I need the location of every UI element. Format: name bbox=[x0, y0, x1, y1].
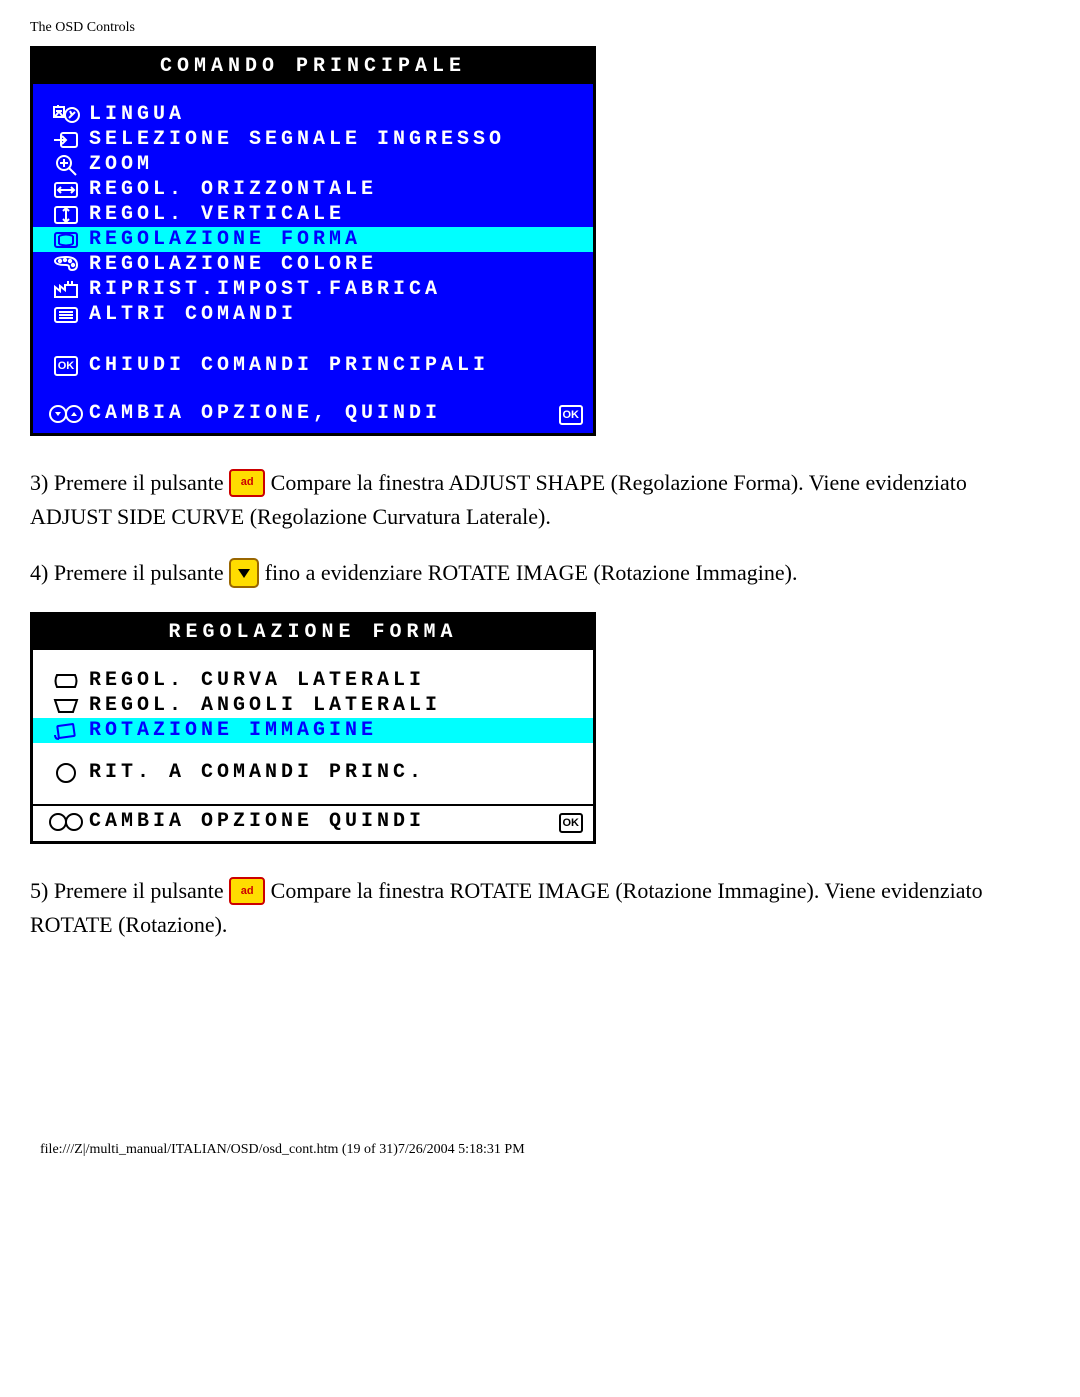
menu-item-label: ZOOM bbox=[89, 153, 583, 176]
extra-controls-icon bbox=[43, 304, 89, 326]
rotate-image-icon bbox=[43, 720, 89, 742]
step5-pre: 5) Premere il pulsante bbox=[30, 878, 229, 903]
ok-button-icon: ad bbox=[229, 877, 265, 905]
menu-item-side-angle[interactable]: REGOL. ANGOLI LATERALI bbox=[33, 693, 593, 718]
osd-main-title: COMANDO PRINCIPALE bbox=[33, 49, 593, 84]
osd-footer-label: CAMBIA OPZIONE QUINDI bbox=[89, 810, 541, 833]
osd-main-footer: CAMBIA OPZIONE, QUINDI OK bbox=[33, 398, 593, 433]
menu-item-extra[interactable]: ALTRI COMANDI bbox=[33, 302, 593, 327]
menu-item-rotate[interactable]: ROTAZIONE IMMAGINE bbox=[33, 718, 593, 743]
osd-main-menu: COMANDO PRINCIPALE LINGUA bbox=[30, 46, 596, 436]
osd-shape-title: REGOLAZIONE FORMA bbox=[33, 615, 593, 650]
menu-item-label: REGOL. CURVA LATERALI bbox=[89, 669, 583, 692]
ok-icon: OK bbox=[559, 810, 584, 833]
menu-close[interactable]: OK CHIUDI COMANDI PRINCIPALI bbox=[33, 353, 593, 378]
ok-button-icon: ad bbox=[229, 469, 265, 497]
menu-back[interactable]: RIT. A COMANDI PRINC. bbox=[33, 743, 593, 798]
menu-item-factory[interactable]: RIPRIST.IMPOST.FABRICA bbox=[33, 277, 593, 302]
instruction-step-4: 4) Premere il pulsante fino a evidenziar… bbox=[30, 556, 1050, 590]
back-down-icon bbox=[43, 762, 89, 784]
up-down-icon bbox=[43, 811, 89, 833]
menu-back-label: RIT. A COMANDI PRINC. bbox=[89, 761, 583, 784]
menu-item-label: REGOL. ORIZZONTALE bbox=[89, 178, 583, 201]
menu-item-zoom[interactable]: ZOOM bbox=[33, 152, 593, 177]
vertical-adjust-icon bbox=[43, 204, 89, 226]
menu-item-vertical[interactable]: REGOL. VERTICALE bbox=[33, 202, 593, 227]
step4-post: fino a evidenziare ROTATE IMAGE (Rotazio… bbox=[265, 560, 798, 585]
menu-item-label: ROTAZIONE IMMAGINE bbox=[89, 719, 583, 742]
menu-item-input[interactable]: SELEZIONE SEGNALE INGRESSO bbox=[33, 127, 593, 152]
factory-reset-icon bbox=[43, 279, 89, 301]
language-icon bbox=[43, 104, 89, 126]
menu-item-label: REGOL. VERTICALE bbox=[89, 203, 583, 226]
side-angle-icon bbox=[43, 695, 89, 717]
shape-adjust-icon bbox=[43, 229, 89, 251]
page-header: The OSD Controls bbox=[30, 20, 1050, 36]
side-curve-icon bbox=[43, 670, 89, 692]
ok-icon: OK bbox=[43, 356, 89, 376]
step3-pre: 3) Premere il pulsante bbox=[30, 470, 229, 495]
menu-item-horizontal[interactable]: REGOL. ORIZZONTALE bbox=[33, 177, 593, 202]
down-button-icon bbox=[229, 558, 259, 588]
menu-item-label: LINGUA bbox=[89, 103, 583, 126]
horizontal-adjust-icon bbox=[43, 179, 89, 201]
up-down-icon bbox=[43, 403, 89, 425]
menu-item-lingua[interactable]: LINGUA bbox=[33, 102, 593, 127]
osd-footer-label: CAMBIA OPZIONE, QUINDI bbox=[89, 402, 541, 425]
zoom-icon bbox=[43, 154, 89, 176]
menu-item-label: REGOLAZIONE FORMA bbox=[89, 228, 583, 251]
menu-close-label: CHIUDI COMANDI PRINCIPALI bbox=[89, 354, 583, 377]
ok-icon: OK bbox=[559, 402, 584, 425]
osd-shape-footer: CAMBIA OPZIONE QUINDI OK bbox=[33, 804, 593, 841]
color-adjust-icon bbox=[43, 254, 89, 276]
menu-item-label: SELEZIONE SEGNALE INGRESSO bbox=[89, 128, 583, 151]
instruction-step-5: 5) Premere il pulsante ad Compare la fin… bbox=[30, 874, 1050, 942]
menu-item-label: REGOLAZIONE COLORE bbox=[89, 253, 583, 276]
menu-item-label: ALTRI COMANDI bbox=[89, 303, 583, 326]
menu-item-side-curve[interactable]: REGOL. CURVA LATERALI bbox=[33, 668, 593, 693]
footer-file-path: file:///Z|/multi_manual/ITALIAN/OSD/osd_… bbox=[30, 1142, 1050, 1172]
menu-item-label: RIPRIST.IMPOST.FABRICA bbox=[89, 278, 583, 301]
step4-pre: 4) Premere il pulsante bbox=[30, 560, 229, 585]
menu-item-color[interactable]: REGOLAZIONE COLORE bbox=[33, 252, 593, 277]
input-signal-icon bbox=[43, 129, 89, 151]
osd-shape-menu: REGOLAZIONE FORMA REGOL. CURVA LATERALI … bbox=[30, 612, 596, 844]
instruction-step-3: 3) Premere il pulsante ad Compare la fin… bbox=[30, 466, 1050, 534]
menu-item-shape[interactable]: REGOLAZIONE FORMA bbox=[33, 227, 593, 252]
menu-item-label: REGOL. ANGOLI LATERALI bbox=[89, 694, 583, 717]
